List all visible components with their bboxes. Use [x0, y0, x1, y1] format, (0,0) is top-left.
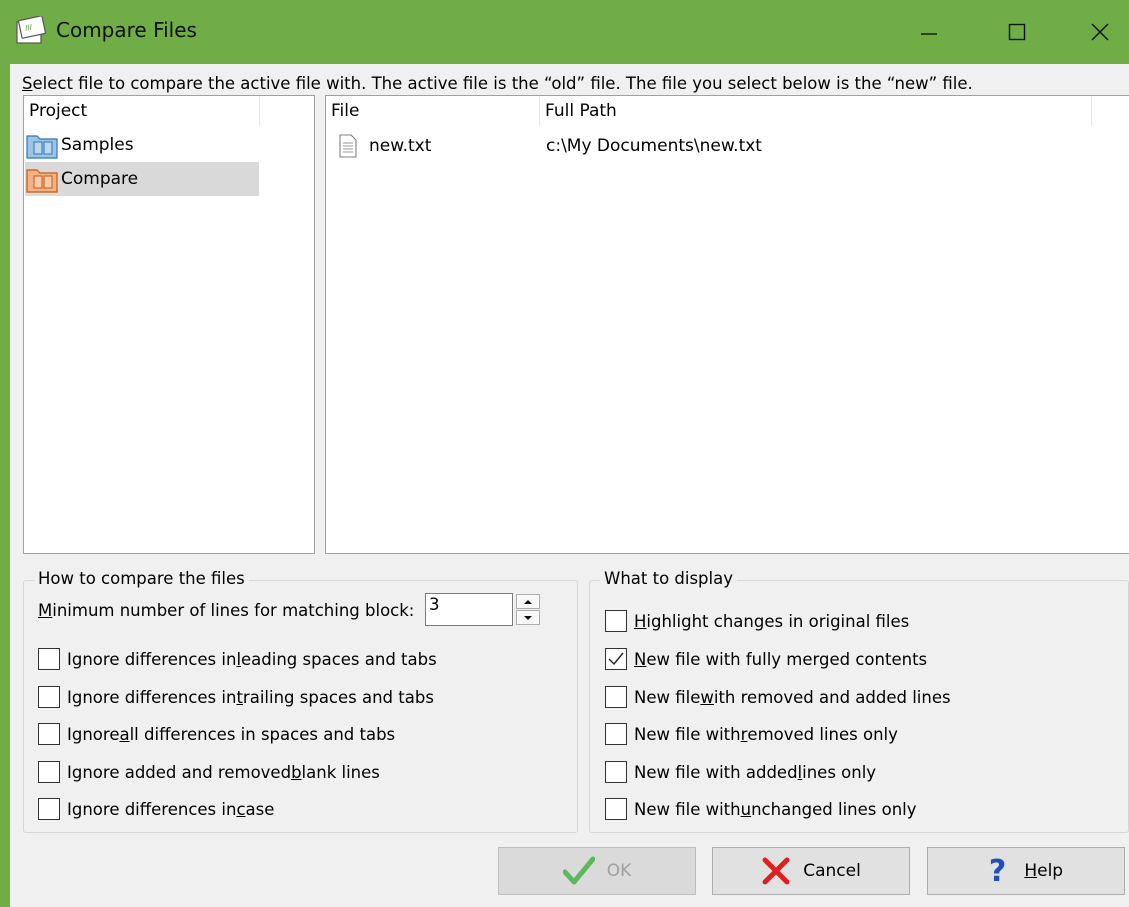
app-icon: ///	[16, 16, 46, 44]
checkbox-box[interactable]	[605, 761, 627, 783]
ignore-trailing-spaces-checkbox[interactable]: Ignore differences in t railing spaces an…	[38, 686, 434, 708]
instruction-text-rest: elect file to compare the active file wi…	[32, 74, 973, 93]
help-button[interactable]: ? Help	[927, 847, 1125, 895]
instruction-text: Select file to compare the active file w…	[22, 74, 973, 93]
compare-files-window: /// Compare Files Select file to compare…	[0, 0, 1129, 907]
maximize-icon	[1008, 23, 1026, 41]
close-icon	[1091, 23, 1109, 41]
question-mark-icon: ?	[988, 853, 1007, 889]
merged-contents-checkbox[interactable]: New file with fully merged contents	[605, 648, 927, 670]
spin-down-icon	[524, 615, 532, 620]
ignore-all-spaces-checkbox[interactable]: Ignore a ll differences in spaces and tab…	[38, 723, 395, 745]
ignore-leading-spaces-checkbox[interactable]: Ignore differences in l eading spaces and…	[38, 648, 437, 670]
checkbox-box[interactable]	[605, 610, 627, 632]
cancel-x-icon	[761, 857, 791, 885]
spin-down-button[interactable]	[516, 610, 540, 625]
file-list[interactable]: File Full Path new.txt c:\My Documents\n…	[325, 95, 1129, 554]
checkbox-box[interactable]	[38, 723, 60, 745]
removed-only-checkbox[interactable]: New file with r emoved lines only	[605, 723, 898, 745]
min-lines-input[interactable]: 3	[425, 593, 513, 626]
ok-button[interactable]: OK	[498, 847, 696, 895]
min-lines-label: Minimum number of lines for matching blo…	[38, 601, 415, 620]
checkbox-box[interactable]	[605, 648, 627, 670]
window-title: Compare Files	[56, 18, 197, 42]
project-column-header[interactable]: Project	[24, 96, 260, 126]
spin-up-icon	[524, 599, 532, 604]
text-file-icon	[339, 134, 357, 158]
maximize-button[interactable]	[972, 0, 1062, 64]
help-button-label: Help	[1024, 861, 1064, 881]
checkmark-icon	[562, 856, 595, 886]
checkbox-box[interactable]	[605, 798, 627, 820]
project-item-samples[interactable]: Samples	[25, 128, 259, 162]
orange-folder-icon	[26, 169, 58, 193]
project-list[interactable]: Project Samples Compare	[23, 95, 315, 554]
close-button[interactable]	[1055, 0, 1129, 64]
file-path: c:\My Documents\new.txt	[546, 136, 762, 156]
unchanged-only-checkbox[interactable]: New file with u nchanged lines only	[605, 798, 917, 820]
dialog-body: Select file to compare the active file w…	[10, 64, 1129, 907]
minimize-button[interactable]	[884, 0, 974, 64]
project-item-compare[interactable]: Compare	[25, 162, 259, 196]
file-cell: new.txt	[327, 133, 541, 159]
checkbox-box[interactable]	[38, 686, 60, 708]
cancel-button[interactable]: Cancel	[712, 847, 910, 895]
minimize-icon	[921, 33, 937, 35]
ok-button-label: OK	[606, 861, 632, 881]
highlight-changes-checkbox[interactable]: Highlight changes in original files	[605, 610, 909, 632]
compare-group-legend: How to compare the files	[34, 569, 249, 588]
file-column-header[interactable]: File	[326, 96, 540, 126]
file-name: new.txt	[369, 136, 432, 156]
project-item-label: Samples	[61, 135, 134, 155]
added-only-checkbox[interactable]: New file with added l ines only	[605, 761, 876, 783]
cancel-button-label: Cancel	[803, 861, 861, 881]
checkbox-box[interactable]	[38, 648, 60, 670]
checkbox-box[interactable]	[38, 798, 60, 820]
checkbox-box[interactable]	[605, 723, 627, 745]
display-group-legend: What to display	[600, 569, 737, 588]
checkbox-box[interactable]	[605, 686, 627, 708]
file-row[interactable]: new.txt c:\My Documents\new.txt	[327, 129, 1129, 163]
ignore-case-checkbox[interactable]: Ignore differences in c ase	[38, 798, 274, 820]
ignore-blank-lines-checkbox[interactable]: Ignore added and removed b lank lines	[38, 761, 380, 783]
removed-and-added-checkbox[interactable]: New file w ith removed and added lines	[605, 686, 951, 708]
project-item-label: Compare	[61, 169, 139, 189]
accelerator-key: S	[22, 74, 33, 93]
checkbox-box[interactable]	[38, 761, 60, 783]
blue-folder-icon	[26, 135, 58, 159]
full-path-column-header[interactable]: Full Path	[540, 96, 1092, 126]
spin-up-button[interactable]	[516, 594, 540, 609]
checkmark-icon	[608, 652, 624, 666]
title-bar[interactable]: /// Compare Files	[0, 0, 1129, 64]
